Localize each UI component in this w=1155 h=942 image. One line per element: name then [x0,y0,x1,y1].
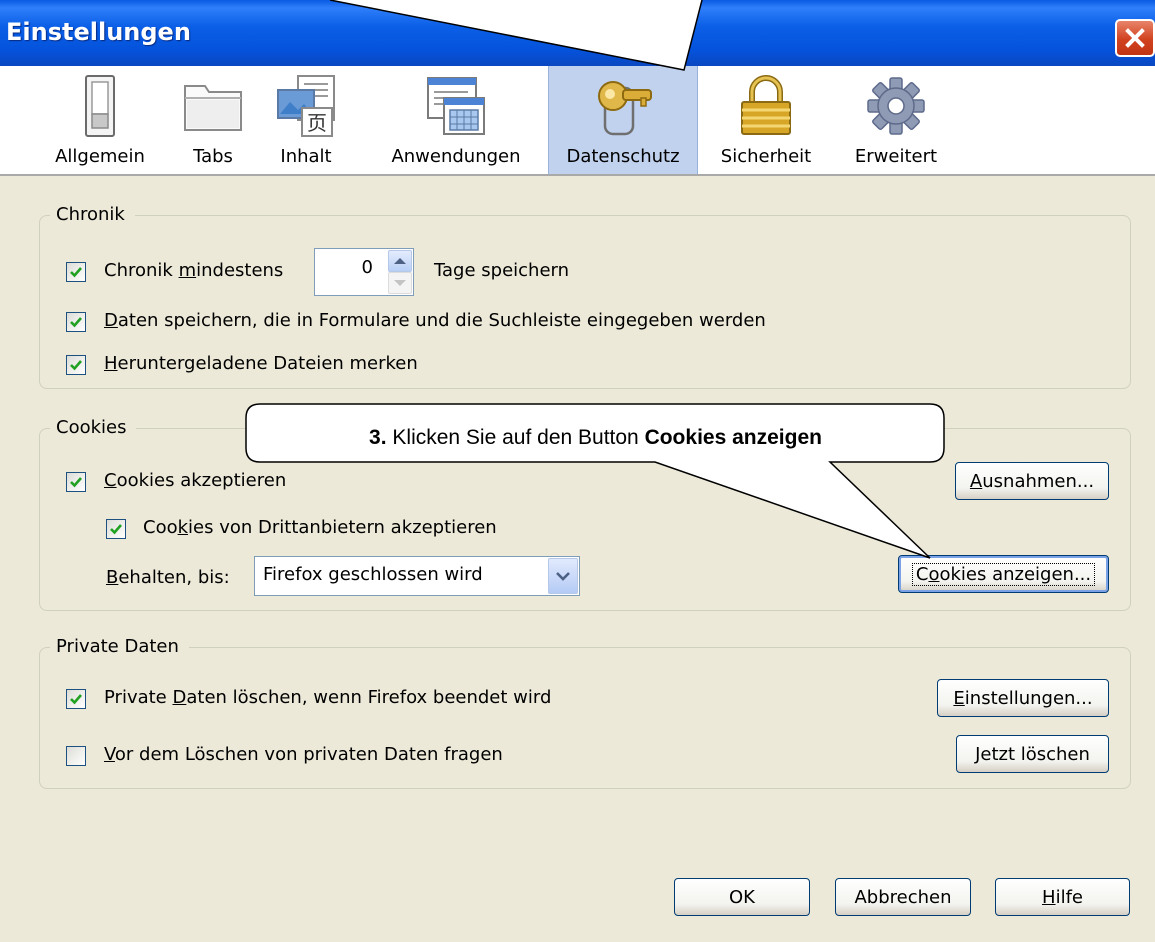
instruction-annotation [245,0,945,559]
top-pointer-arrow [329,0,703,71]
callout-text: 3. Klicken Sie auf den Button Cookies an… [369,426,822,449]
